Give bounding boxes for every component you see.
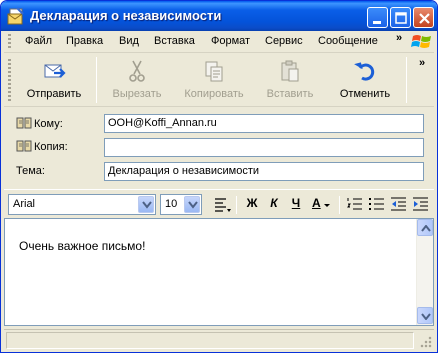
decrease-indent-icon xyxy=(391,197,406,211)
font-color-label: А xyxy=(311,196,321,210)
undo-label: Отменить xyxy=(339,88,391,100)
increase-indent-icon xyxy=(413,197,428,211)
compose-message-icon xyxy=(7,7,24,25)
toolbar-more-chevron[interactable]: » xyxy=(419,57,425,69)
toolbar: Отправить Вырезать Копировать Вставить О… xyxy=(4,53,434,107)
underline-button[interactable]: Ч xyxy=(286,196,306,214)
cut-button[interactable]: Вырезать xyxy=(102,57,172,103)
paragraph-style-button[interactable] xyxy=(212,196,232,214)
bold-button[interactable]: Ж xyxy=(242,196,262,214)
address-book-icon xyxy=(16,140,32,152)
numbered-list-icon xyxy=(347,198,362,210)
menu-more-chevron[interactable]: » xyxy=(396,32,402,44)
menu-edit[interactable]: Правка xyxy=(66,35,103,47)
chevron-down-icon xyxy=(324,204,330,207)
italic-button[interactable]: К xyxy=(264,196,284,214)
scroll-down-button[interactable] xyxy=(417,307,433,324)
format-bar: Arial 10 Ж К Ч А xyxy=(4,189,434,217)
maximize-icon xyxy=(395,12,407,24)
font-color-button[interactable]: А xyxy=(308,196,334,214)
menu-grip[interactable] xyxy=(8,34,11,50)
chevron-down-icon[interactable] xyxy=(138,196,154,213)
format-separator xyxy=(236,196,237,214)
clipboard-icon xyxy=(281,60,299,82)
chevron-down-icon[interactable] xyxy=(184,196,200,213)
send-icon xyxy=(44,64,66,78)
copy-icon xyxy=(205,61,223,82)
chevron-down-icon xyxy=(421,313,431,320)
decrease-indent-button[interactable] xyxy=(389,196,409,214)
maximize-button[interactable] xyxy=(390,7,411,28)
close-button[interactable] xyxy=(413,7,434,28)
cut-label: Вырезать xyxy=(112,88,162,100)
resize-grip[interactable] xyxy=(420,336,432,348)
font-size-value: 10 xyxy=(165,198,178,210)
toolbar-separator xyxy=(406,57,407,103)
cc-label: Копия: xyxy=(34,141,68,153)
address-book-icon xyxy=(16,117,32,129)
chevron-up-icon xyxy=(421,225,431,232)
format-separator xyxy=(339,196,340,214)
minimize-icon xyxy=(373,21,381,24)
window-title: Декларация о независимости xyxy=(30,8,222,23)
windows-logo-icon xyxy=(411,35,431,48)
to-field[interactable]: OOH@Koffi_Annan.ru xyxy=(104,114,424,133)
bullet-list-icon xyxy=(369,198,384,210)
menu-tools[interactable]: Сервис xyxy=(265,35,303,47)
copy-label: Копировать xyxy=(184,88,244,100)
scissors-icon xyxy=(129,60,145,82)
subject-field[interactable]: Декларация о независимости xyxy=(104,162,424,181)
scroll-up-button[interactable] xyxy=(417,219,433,236)
menu-format[interactable]: Формат xyxy=(211,35,250,47)
copy-button[interactable]: Копировать xyxy=(176,57,252,103)
message-body[interactable]: Очень важное письмо! xyxy=(4,218,434,326)
status-bar xyxy=(4,329,434,350)
cc-field[interactable] xyxy=(104,138,424,157)
close-icon xyxy=(419,13,430,24)
menu-insert[interactable]: Вставка xyxy=(154,35,195,47)
menu-view[interactable]: Вид xyxy=(119,35,139,47)
cc-label-button[interactable]: Копия: xyxy=(16,140,68,153)
message-body-text: Очень важное письмо! xyxy=(19,239,146,253)
paste-label: Вставить xyxy=(266,88,314,100)
numbered-list-button[interactable] xyxy=(345,196,365,214)
message-headers: Кому: OOH@Koffi_Annan.ru Копия: Тема: Де… xyxy=(4,108,434,188)
undo-icon xyxy=(354,62,375,81)
subject-label: Тема: xyxy=(16,165,45,177)
compose-window: Декларация о независимости Файл Правка В… xyxy=(0,0,438,353)
paste-button[interactable]: Вставить xyxy=(256,57,324,103)
font-size-select[interactable]: 10 xyxy=(160,194,202,215)
paragraph-style-icon xyxy=(215,198,231,212)
menu-file[interactable]: Файл xyxy=(25,35,52,47)
vertical-scrollbar[interactable] xyxy=(416,219,433,325)
menu-bar: Файл Правка Вид Вставка Формат Сервис Со… xyxy=(4,31,434,53)
font-select[interactable]: Arial xyxy=(8,194,156,215)
menu-message[interactable]: Сообщение xyxy=(318,35,378,47)
send-button[interactable]: Отправить xyxy=(18,57,90,103)
to-label-button[interactable]: Кому: xyxy=(16,117,63,130)
increase-indent-button[interactable] xyxy=(411,196,431,214)
font-select-value: Arial xyxy=(13,198,36,210)
status-pane xyxy=(6,332,414,349)
minimize-button[interactable] xyxy=(367,7,388,28)
send-label: Отправить xyxy=(26,88,82,100)
to-label: Кому: xyxy=(34,118,63,130)
toolbar-grip[interactable] xyxy=(8,59,11,101)
toolbar-separator xyxy=(96,57,97,103)
bullet-list-button[interactable] xyxy=(367,196,387,214)
title-bar[interactable]: Декларация о независимости xyxy=(1,1,437,31)
undo-button[interactable]: Отменить xyxy=(332,57,398,103)
